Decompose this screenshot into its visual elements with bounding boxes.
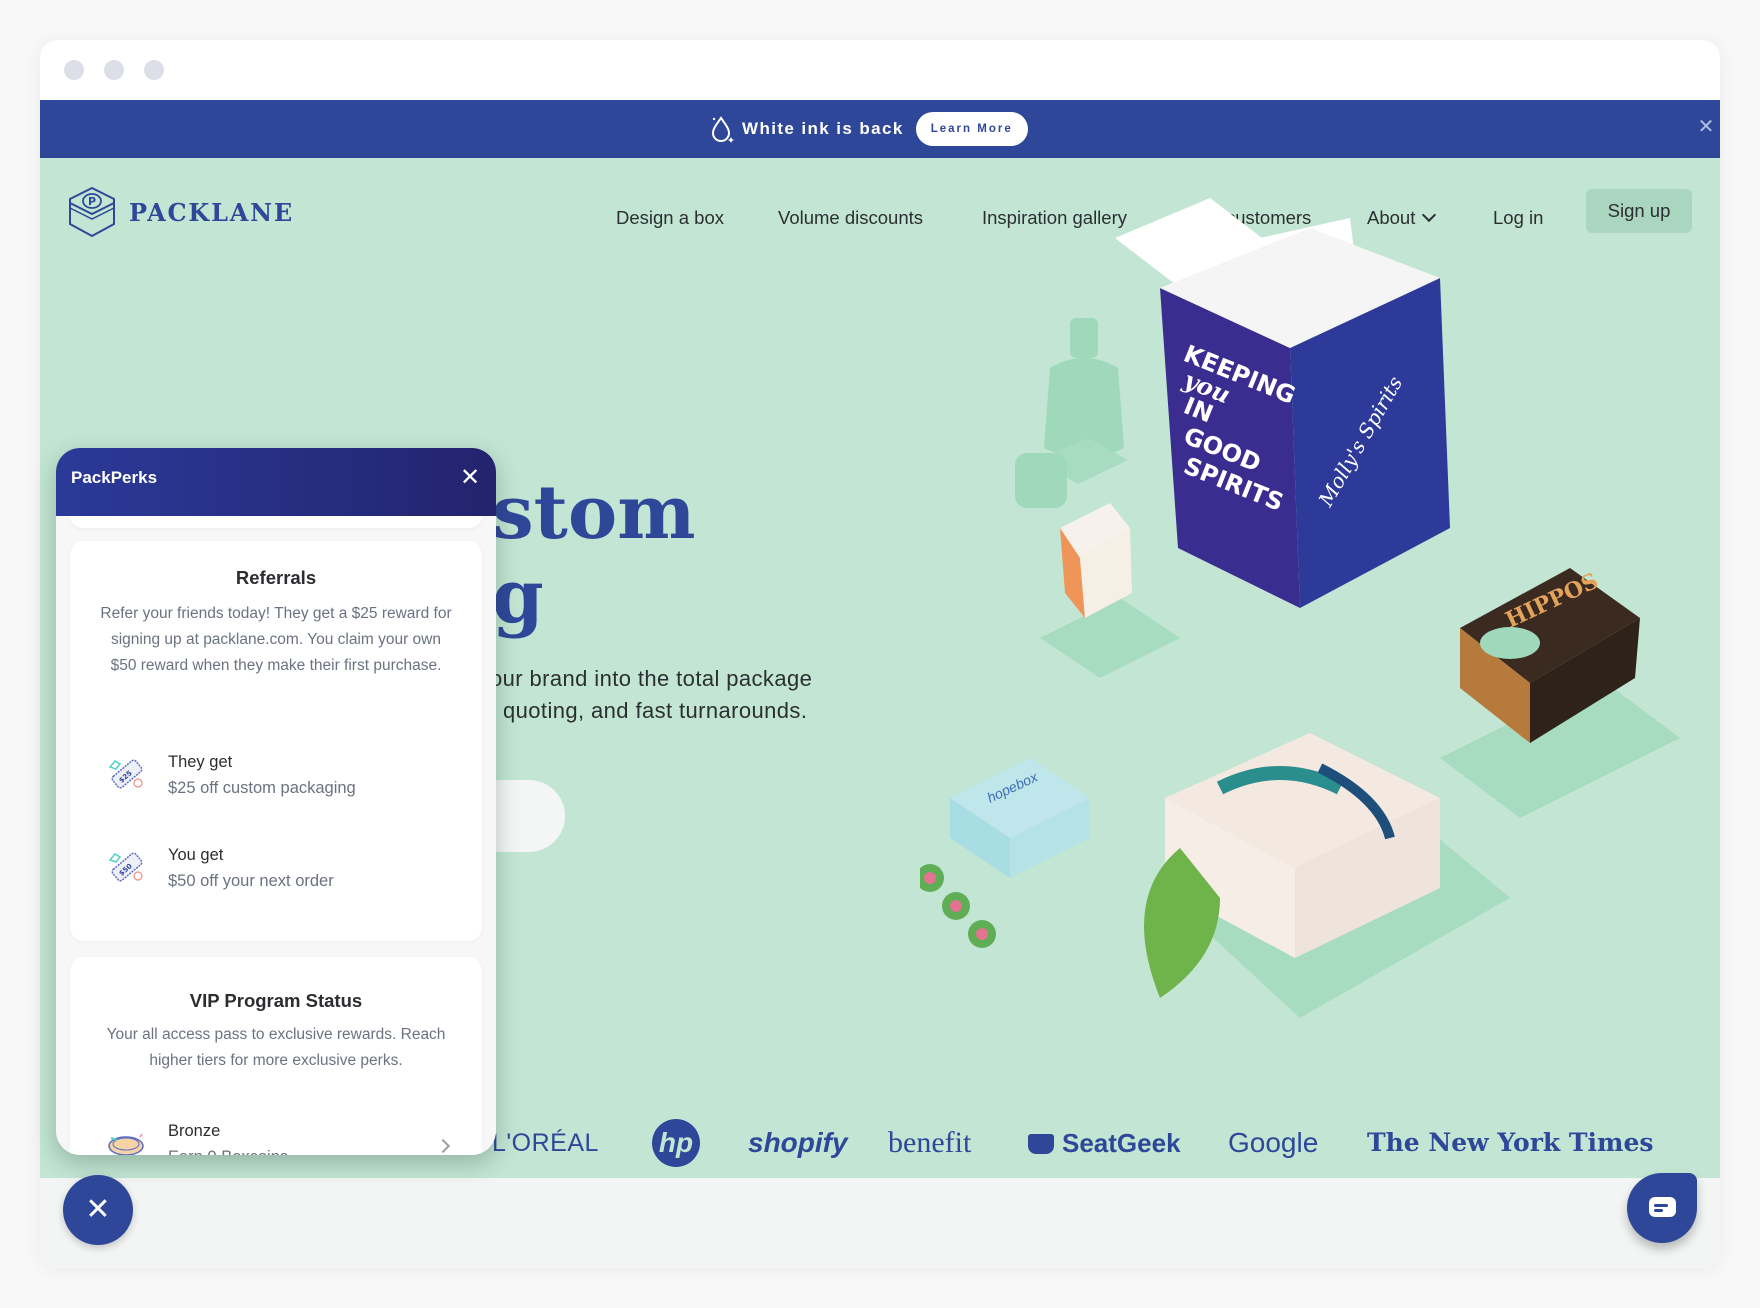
packperks-panel: PackPerks ✕ Referrals Refer your friends… <box>56 448 496 1155</box>
window-maximize-dot[interactable] <box>144 60 164 80</box>
window-close-dot[interactable] <box>64 60 84 80</box>
coupon-icon: $25 <box>108 759 143 789</box>
logo-benefit: benefit <box>888 1126 972 1159</box>
cup-figure <box>1015 453 1067 508</box>
chevron-right-icon[interactable] <box>435 1138 451 1154</box>
announcement-banner: White ink is back Learn More ✕ <box>40 100 1720 158</box>
water-drop-icon <box>711 116 734 143</box>
hero-heading-line2: g <box>492 554 544 640</box>
below-fold <box>40 1178 1720 1268</box>
learn-more-button[interactable]: Learn More <box>915 112 1028 146</box>
logo-loreal: L'ORÉAL <box>492 1129 599 1157</box>
vip-coin-icon <box>108 1133 144 1155</box>
vip-status-card: VIP Program Status Your all access pass … <box>70 957 482 1155</box>
logo-seatgeek-text: SeatGeek <box>1062 1128 1181 1158</box>
tier-value: Earn 0 Boxcoins <box>168 1144 288 1155</box>
seatgeek-chair-icon <box>1028 1134 1054 1154</box>
coupon-icon: $50 <box>108 852 143 882</box>
chat-icon <box>1649 1197 1676 1217</box>
logo-shopify: shopify <box>748 1127 848 1158</box>
reward-value: $50 off your next order <box>168 872 334 890</box>
logo-nytimes: The New York Times <box>1367 1128 1654 1157</box>
hope-box: hopebox <box>950 758 1090 878</box>
packaging-illustration: KEEPING you IN GOOD SPIRITS Molly's Spir… <box>920 198 1680 1018</box>
reward-label: They get <box>168 753 233 771</box>
reward-label: You get <box>168 846 224 864</box>
nav-design-a-box[interactable]: Design a box <box>616 196 724 240</box>
logo-hp: hp <box>652 1119 700 1167</box>
packperks-toggle-close-button[interactable]: ✕ <box>63 1175 133 1245</box>
banner-text: White ink is back <box>742 119 904 138</box>
vip-title: VIP Program Status <box>189 990 363 1011</box>
vip-description: Your all access pass to exclusive reward… <box>106 1026 446 1069</box>
tier-bronze[interactable]: Bronze Earn 0 Boxcoins <box>106 1118 288 1155</box>
packperks-header: PackPerks ✕ <box>56 448 496 516</box>
hero-subtitle-line2: t quoting, and fast turnarounds. <box>490 698 808 723</box>
logo-google: Google <box>1228 1127 1319 1158</box>
previous-card-edge <box>70 516 482 528</box>
close-icon[interactable]: ✕ <box>1696 116 1716 138</box>
hero-subtitle-line1: our brand into the total package <box>490 666 813 691</box>
packperks-title: PackPerks <box>71 468 158 487</box>
reward-they-get: $25 They get $25 off custom packaging <box>106 749 356 801</box>
window-titlebar <box>40 40 1720 100</box>
reward-value: $25 off custom packaging <box>168 779 356 797</box>
chat-launcher-button[interactable] <box>1627 1173 1697 1243</box>
nav-volume-discounts[interactable]: Volume discounts <box>778 196 923 240</box>
platform-orange <box>1040 598 1180 678</box>
hero-heading-line1: stom <box>492 470 696 556</box>
referrals-card: Referrals Refer your friends today! They… <box>70 541 482 941</box>
logo-seatgeek: SeatGeek <box>1028 1113 1181 1173</box>
referrals-description: Refer your friends today! They get a $25… <box>100 605 452 674</box>
tier-label: Bronze <box>168 1122 221 1140</box>
close-icon[interactable]: ✕ <box>458 464 482 492</box>
main-box: KEEPING you IN GOOD SPIRITS Molly's Spir… <box>1115 198 1450 608</box>
close-icon: ✕ <box>85 1193 111 1226</box>
reward-you-get: $50 You get $50 off your next order <box>106 842 334 894</box>
hero-subtitle: our brand into the total package t quoti… <box>490 663 812 727</box>
window-minimize-dot[interactable] <box>104 60 124 80</box>
referrals-title: Referrals <box>235 567 317 588</box>
